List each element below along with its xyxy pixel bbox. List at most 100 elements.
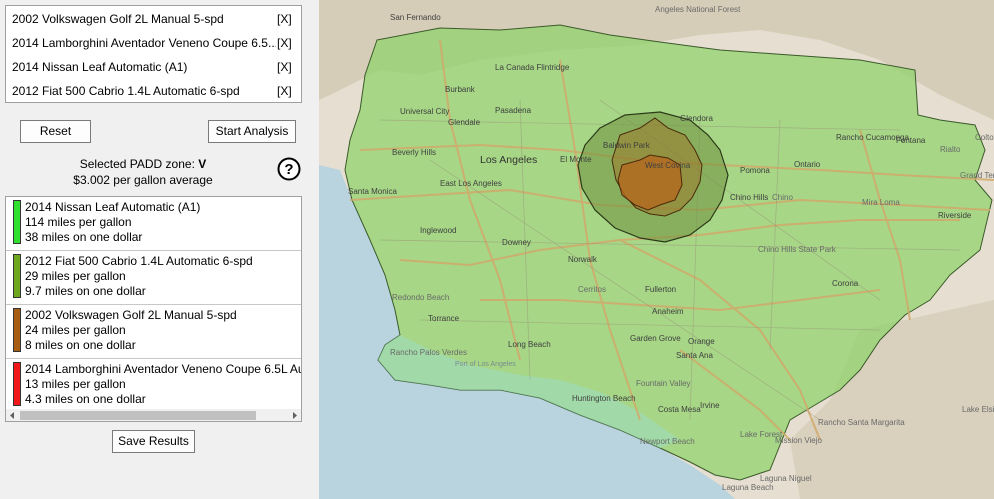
- map-label: Torrance: [428, 314, 460, 323]
- map-label: Santa Monica: [348, 187, 397, 196]
- results-list[interactable]: 2014 Nissan Leaf Automatic (A1) 114 mile…: [5, 196, 302, 422]
- result-miles-per-dollar: 8 miles on one dollar: [25, 338, 136, 352]
- padd-zone-label: Selected PADD zone: V: [0, 157, 286, 171]
- map-label: Downey: [502, 238, 531, 247]
- result-mpg: 24 miles per gallon: [25, 323, 126, 337]
- vehicle-row[interactable]: 2014 Nissan Leaf Automatic (A1) [X]: [6, 55, 303, 79]
- map-label: Los Angeles: [480, 154, 537, 166]
- map-label: Orange: [688, 337, 715, 346]
- result-vehicle-name: 2012 Fiat 500 Cabrio 1.4L Automatic 6-sp…: [25, 254, 253, 268]
- result-color-swatch: [13, 362, 21, 406]
- map-label: Pomona: [740, 166, 770, 175]
- map-label: West Covina: [645, 161, 691, 170]
- result-mpg: 29 miles per gallon: [25, 269, 126, 283]
- map-label: Colton: [975, 133, 994, 142]
- result-vehicle-name: 2002 Volkswagen Golf 2L Manual 5-spd: [25, 308, 237, 322]
- result-miles-per-dollar: 9.7 miles on one dollar: [25, 284, 146, 298]
- result-item[interactable]: 2002 Volkswagen Golf 2L Manual 5-spd 24 …: [6, 305, 301, 359]
- map-label: Long Beach: [508, 340, 551, 349]
- remove-vehicle-button[interactable]: [X]: [277, 36, 292, 50]
- map-label: Cerritos: [578, 285, 606, 294]
- selected-vehicles-list[interactable]: 2002 Volkswagen Golf 2L Manual 5-spd [X]…: [5, 5, 302, 103]
- vehicle-name: 2012 Fiat 500 Cabrio 1.4L Automatic 6-sp…: [12, 84, 240, 98]
- vehicle-name: 2014 Nissan Leaf Automatic (A1): [12, 60, 188, 74]
- save-results-button[interactable]: Save Results: [112, 430, 195, 453]
- result-miles-per-dollar: 4.3 miles on one dollar: [25, 392, 146, 406]
- map-label: Laguna Beach: [722, 483, 774, 492]
- map-label: Port of Los Angeles: [455, 361, 516, 368]
- vehicle-name: 2014 Lamborghini Aventador Veneno Coupe …: [12, 36, 276, 50]
- map-view[interactable]: San Fernando Angeles National Forest La …: [319, 0, 994, 499]
- map-label: Inglewood: [420, 226, 456, 235]
- map-label: Fountain Valley: [636, 379, 691, 388]
- map-label: Norwalk: [568, 255, 598, 264]
- map-label: Mira Loma: [862, 198, 900, 207]
- vehicle-row[interactable]: 2014 Lamborghini Aventador Veneno Coupe …: [6, 31, 303, 55]
- map-label: Huntington Beach: [572, 394, 636, 403]
- result-item[interactable]: 2014 Lamborghini Aventador Veneno Coupe …: [6, 359, 302, 413]
- result-vehicle-name: 2014 Lamborghini Aventador Veneno Coupe …: [25, 362, 302, 376]
- map-label: Garden Grove: [630, 334, 681, 343]
- map-label: Rancho Palos Verdes: [390, 348, 467, 357]
- map-label: Redondo Beach: [392, 293, 449, 302]
- map-label: Glendora: [680, 114, 713, 123]
- padd-zone-caption: Selected PADD zone:: [79, 157, 195, 171]
- map-label: Fontana: [896, 136, 926, 145]
- scroll-left-arrow-icon[interactable]: [6, 409, 19, 422]
- result-mpg: 114 miles per gallon: [25, 215, 132, 229]
- help-icon[interactable]: ?: [277, 157, 301, 181]
- map-label: Ontario: [794, 160, 821, 169]
- map-label: Beverly Hills: [392, 148, 436, 157]
- map-label: Rancho Santa Margarita: [818, 418, 905, 427]
- map-label: Pasadena: [495, 106, 532, 115]
- map-label: Chino Hills State Park: [758, 245, 837, 254]
- scroll-right-arrow-icon[interactable]: [288, 409, 301, 422]
- vehicle-row[interactable]: 2012 Fiat 500 Cabrio 1.4L Automatic 6-sp…: [6, 79, 303, 103]
- map-label: Fullerton: [645, 285, 676, 294]
- remove-vehicle-button[interactable]: [X]: [277, 12, 292, 26]
- map-label: Costa Mesa: [658, 405, 701, 414]
- map-label: Glendale: [448, 118, 481, 127]
- scrollbar-thumb[interactable]: [20, 411, 256, 420]
- result-mpg: 13 miles per gallon: [25, 377, 126, 391]
- map-label: Grand Terrace: [960, 171, 994, 180]
- map-label: San Fernando: [390, 13, 441, 22]
- map-label: Laguna Niguel: [760, 474, 812, 483]
- help-icon-glyph: ?: [284, 161, 293, 178]
- average-price-label: $3.002 per gallon average: [73, 173, 213, 187]
- map-label: Anaheim: [652, 307, 684, 316]
- map-canvas[interactable]: San Fernando Angeles National Forest La …: [319, 0, 994, 499]
- map-label: Mission Viejo: [775, 436, 823, 445]
- map-label: Santa Ana: [676, 351, 713, 360]
- map-label: Irvine: [700, 401, 720, 410]
- map-label: Lake Elsinore: [962, 405, 994, 414]
- vehicle-name: 2002 Volkswagen Golf 2L Manual 5-spd: [12, 12, 224, 26]
- horizontal-scrollbar[interactable]: [6, 409, 301, 422]
- padd-zone-value: V: [198, 157, 207, 171]
- remove-vehicle-button[interactable]: [X]: [277, 84, 292, 98]
- map-label: Corona: [832, 279, 859, 288]
- vehicle-row[interactable]: 2002 Volkswagen Golf 2L Manual 5-spd [X]: [6, 7, 303, 31]
- map-label: Chino Hills: [730, 193, 768, 202]
- map-label: Rialto: [940, 145, 961, 154]
- start-analysis-button[interactable]: Start Analysis: [208, 120, 296, 143]
- map-label: El Monte: [560, 155, 592, 164]
- map-label: Burbank: [445, 85, 476, 94]
- result-vehicle-name: 2014 Nissan Leaf Automatic (A1): [25, 200, 201, 214]
- control-panel: 2002 Volkswagen Golf 2L Manual 5-spd [X]…: [0, 0, 312, 499]
- result-miles-per-dollar: 38 miles on one dollar: [25, 230, 143, 244]
- map-label: Universal City: [400, 107, 449, 116]
- map-label: La Canada Flintridge: [495, 63, 570, 72]
- reset-button[interactable]: Reset: [20, 120, 91, 143]
- result-color-swatch: [13, 254, 21, 298]
- map-label: Baldwin Park: [603, 141, 651, 150]
- map-label: Riverside: [938, 211, 972, 220]
- result-item[interactable]: 2014 Nissan Leaf Automatic (A1) 114 mile…: [6, 197, 301, 251]
- map-label: Newport Beach: [640, 437, 695, 446]
- remove-vehicle-button[interactable]: [X]: [277, 60, 292, 74]
- result-color-swatch: [13, 200, 21, 244]
- app-window: 2002 Volkswagen Golf 2L Manual 5-spd [X]…: [0, 0, 994, 499]
- result-item[interactable]: 2012 Fiat 500 Cabrio 1.4L Automatic 6-sp…: [6, 251, 301, 305]
- map-label: Angeles National Forest: [655, 5, 741, 14]
- map-label: Chino: [772, 193, 793, 202]
